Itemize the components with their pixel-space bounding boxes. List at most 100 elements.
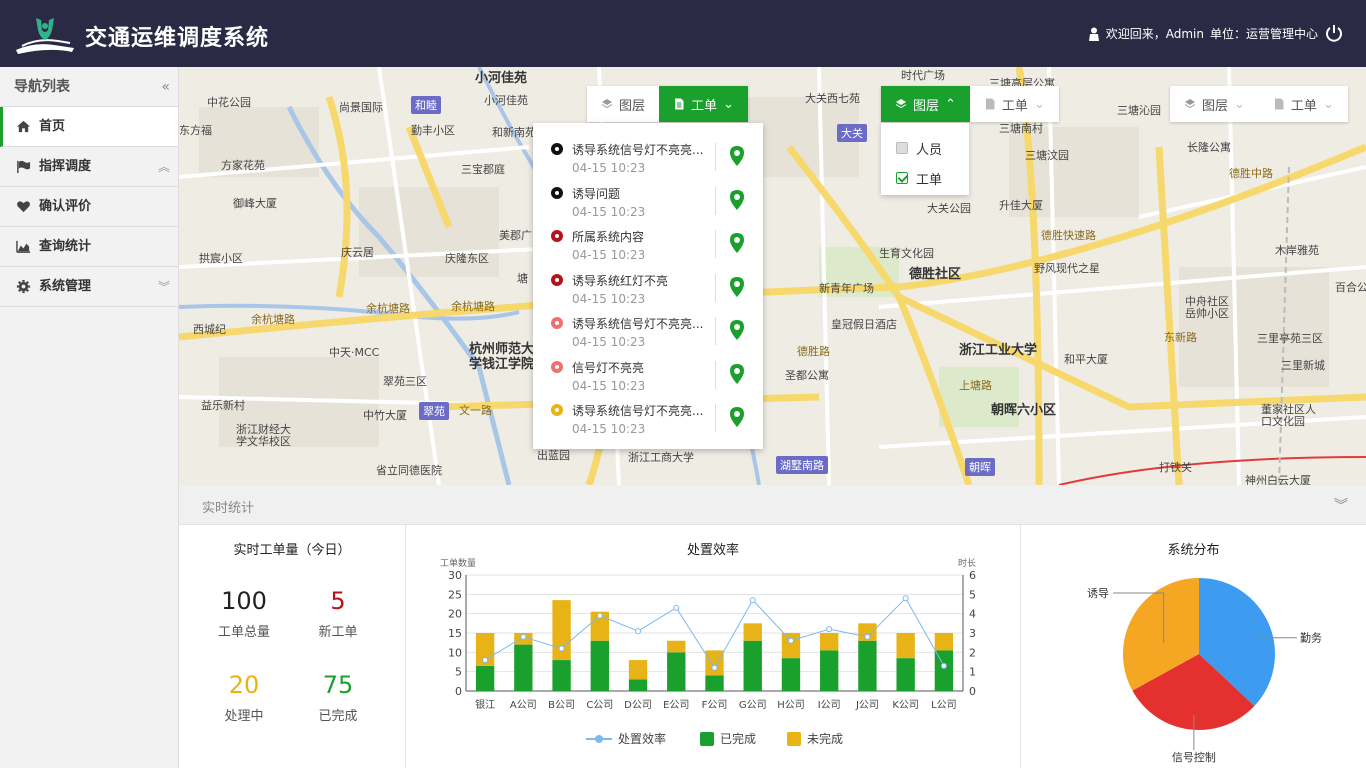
map-label: 时代广场 <box>901 69 945 82</box>
work-order-button[interactable]: 工单 ⌄ <box>659 86 748 122</box>
work-order-item[interactable]: 诱导系统信号灯不亮亮... 04-15 10:23 <box>533 309 763 353</box>
work-order-item[interactable]: 诱导系统红灯不亮 04-15 10:23 <box>533 266 763 310</box>
legend-swatch <box>787 731 801 746</box>
kpi-done: 75 已完成 <box>291 671 385 724</box>
chevron-double-down-icon[interactable]: ︾ <box>1334 495 1348 515</box>
map-label: 三里新城 <box>1281 359 1325 372</box>
map-label: 打铁关 <box>1159 461 1192 474</box>
map-view[interactable]: 小河佳苑 中花公园 尚景国际 小河佳苑 东方福 勤丰小区 和新南苑 方家花苑 三… <box>179 67 1366 485</box>
kpi-value: 75 <box>322 671 354 699</box>
checkbox[interactable] <box>896 142 908 154</box>
layer-button[interactable]: 图层 <box>587 86 659 122</box>
bar-done <box>705 675 724 691</box>
sidebar-item-statistics[interactable]: 查询统计 <box>0 227 178 267</box>
work-order-label: 工单 <box>1001 98 1028 114</box>
app-header: 交通运维调度系统 欢迎回来，Admin 单位：运营管理中心 <box>0 0 1366 67</box>
map-badge: 大关 <box>837 124 867 142</box>
location-pin-icon[interactable] <box>729 363 745 385</box>
chevron-up-icon: ︽ <box>157 159 170 174</box>
collapse-sidebar-icon[interactable]: « <box>161 67 170 107</box>
work-order-button[interactable]: 工单 ⌄ <box>1259 86 1348 122</box>
location-pin-icon[interactable] <box>729 319 745 341</box>
legend-label: 已完成 <box>720 732 757 746</box>
map-roads <box>179 67 1366 485</box>
checkbox[interactable] <box>896 172 908 184</box>
x-tick-label: D公司 <box>624 700 652 711</box>
chevron-down-icon: ⌄ <box>723 96 734 112</box>
divider <box>715 404 716 432</box>
work-order-item[interactable]: 信号灯不亮亮 04-15 10:23 <box>533 353 763 397</box>
legend-label: 未完成 <box>807 732 844 746</box>
map-label: 学钱江学院 <box>469 357 535 372</box>
divider <box>715 273 716 302</box>
layer-button[interactable]: 图层 ⌄ <box>1170 86 1259 122</box>
y-axis-title: 工单数量 <box>440 557 476 569</box>
x-tick-label: 银江 <box>475 698 495 711</box>
map-toolbar-left: 图层 工单 ⌄ <box>587 86 748 122</box>
legend-efficiency: 处置效率 <box>586 730 666 747</box>
sidebar-item-home[interactable]: 首页 <box>0 107 178 147</box>
kpi-total: 100 工单总量 <box>197 587 291 640</box>
layer-option-work-order[interactable]: 工单 <box>881 163 969 193</box>
map-label: 余杭塘路 <box>451 300 495 313</box>
layer-option-personnel[interactable]: 人员 <box>881 133 969 163</box>
sidebar-item-label: 首页 <box>39 118 66 134</box>
map-label: 三里亭苑三区 <box>1257 332 1323 345</box>
location-pin-icon[interactable] <box>729 145 745 167</box>
work-order-item[interactable]: 所属系统内容 04-15 10:23 <box>533 222 763 266</box>
map-label: 和新南苑 <box>492 126 536 139</box>
bar-undone <box>628 660 648 680</box>
map-label: 新青年广场 <box>819 282 874 295</box>
layers-icon <box>601 99 613 109</box>
efficiency-point <box>826 626 833 633</box>
sidebar-item-label: 系统管理 <box>39 278 92 294</box>
sidebar-header: 导航列表 « <box>0 67 178 107</box>
map-label: 勤丰小区 <box>411 124 455 137</box>
legend-swatch <box>700 731 714 746</box>
efficiency-point <box>482 657 489 664</box>
status-dot-icon <box>551 317 563 329</box>
sidebar-item-system[interactable]: 系统管理 ︾ <box>0 267 178 307</box>
stats-header[interactable]: 实时统计 ︾ <box>179 485 1366 525</box>
work-order-item[interactable]: 诱导问题 04-15 10:23 <box>533 179 763 223</box>
efficiency-panel: 处置效率 0 5 10 15 20 25 30 0 1 2 3 4 5 6 工单数量 时长 银江 A公司 B公司 C公… <box>406 525 1021 768</box>
work-order-button[interactable]: 工单 ⌄ <box>970 86 1059 122</box>
map-label: 神州白云大厦 <box>1245 474 1311 485</box>
location-pin-icon[interactable] <box>729 232 745 254</box>
efficiency-point <box>558 645 565 652</box>
chevron-up-icon: ⌃ <box>945 96 956 112</box>
chevron-down-icon: ︾ <box>157 279 170 294</box>
efficiency-point <box>520 633 527 640</box>
map-label: 学文华校区 <box>236 435 291 448</box>
power-icon[interactable] <box>1324 23 1344 43</box>
work-order-item[interactable]: 诱导系统信号灯不亮亮... 04-15 10:23 <box>533 396 763 440</box>
sidebar-item-evaluate[interactable]: 确认评价 <box>0 187 178 227</box>
work-order-title: 信号灯不亮亮 <box>572 360 645 375</box>
map-label: 升佳大厦 <box>999 199 1043 212</box>
location-pin-icon[interactable] <box>729 276 745 298</box>
y2-tick-label: 4 <box>969 608 976 621</box>
bar-done <box>820 650 839 691</box>
layer-button[interactable]: 图层 ⌃ <box>881 86 970 122</box>
location-pin-icon[interactable] <box>729 406 745 428</box>
status-dot-icon <box>551 404 563 416</box>
map-label: 小河佳苑 <box>475 71 528 86</box>
legend-done: 已完成 <box>700 730 756 747</box>
map-label: 方家花苑 <box>221 159 265 172</box>
sidebar-item-dispatch[interactable]: 指挥调度 ︽ <box>0 147 178 187</box>
distribution-panel: 系统分布 勤务 信号控制 诱导 <box>1021 525 1366 768</box>
bar-undone <box>896 633 915 659</box>
efficiency-point <box>749 597 756 604</box>
map-label: 御峰大厦 <box>233 197 277 210</box>
bar-done <box>858 640 877 691</box>
map-label: 生育文化园 <box>879 247 934 260</box>
kpi-label: 工单总量 <box>217 625 270 640</box>
work-order-item[interactable]: 诱导系统信号灯不亮亮... 04-15 10:23 <box>533 135 763 179</box>
map-toolbar-mid: 图层 ⌃ 工单 ⌄ <box>881 86 1059 122</box>
work-order-label: 工单 <box>1290 98 1317 114</box>
chevron-down-icon: ⌄ <box>1234 96 1245 112</box>
work-order-title: 诱导系统红灯不亮 <box>572 273 669 288</box>
location-pin-icon[interactable] <box>729 189 745 211</box>
map-label: 翠苑三区 <box>383 375 427 388</box>
y-tick-label: 0 <box>455 685 462 698</box>
